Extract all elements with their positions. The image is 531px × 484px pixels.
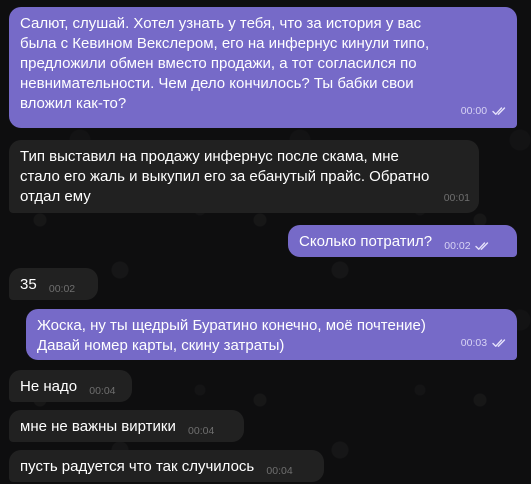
message-incoming[interactable]: Тип выставил на продажу инфернус после с… [9, 140, 479, 213]
message-meta: 00:02 [444, 236, 491, 258]
message-time: 00:04 [188, 425, 215, 437]
message-time: 00:01 [443, 192, 470, 204]
message-time: 00:04 [89, 385, 116, 397]
double-check-icon [492, 335, 508, 355]
message-text: мне не важны виртики [20, 418, 176, 435]
chat-history: Салют, слушай. Хотел узнать у тебя, что … [0, 0, 531, 484]
message-time: 00:02 [48, 283, 76, 295]
message-time: 00:02 [444, 240, 471, 252]
message-text: 35 [20, 276, 37, 293]
message-outgoing[interactable]: Жоска, ну ты щедрый Буратино конечно, мо… [26, 309, 517, 360]
message-text: Тип выставил на продажу инфернус после с… [20, 148, 430, 205]
message-text: Жоска, ну ты щедрый Буратино конечно, мо… [37, 317, 426, 354]
message-incoming[interactable]: мне не важны виртики 00:04 [9, 410, 244, 442]
message-time: 00:04 [266, 465, 293, 477]
double-check-icon [475, 238, 491, 258]
message-incoming[interactable]: пусть радуется что так случилось 00:04 [9, 450, 324, 482]
message-text: Сколько потратил? [299, 233, 433, 250]
message-outgoing[interactable]: Салют, слушай. Хотел узнать у тебя, что … [9, 7, 517, 128]
message-text: Салют, слушай. Хотел узнать у тебя, что … [20, 15, 430, 112]
message-incoming[interactable]: 35 00:02 [9, 268, 98, 300]
message-time: 00:00 [460, 105, 488, 117]
message-text: пусть радуется что так случилось [20, 458, 255, 475]
message-text: Не надо [20, 378, 78, 395]
message-meta: 00:03 [461, 333, 508, 355]
message-incoming[interactable]: Не надо 00:04 [9, 370, 132, 402]
double-check-icon [492, 103, 508, 123]
message-meta: 00:00 [461, 101, 508, 123]
message-time: 00:03 [460, 337, 488, 349]
message-outgoing[interactable]: Сколько потратил? 00:02 [288, 225, 517, 257]
